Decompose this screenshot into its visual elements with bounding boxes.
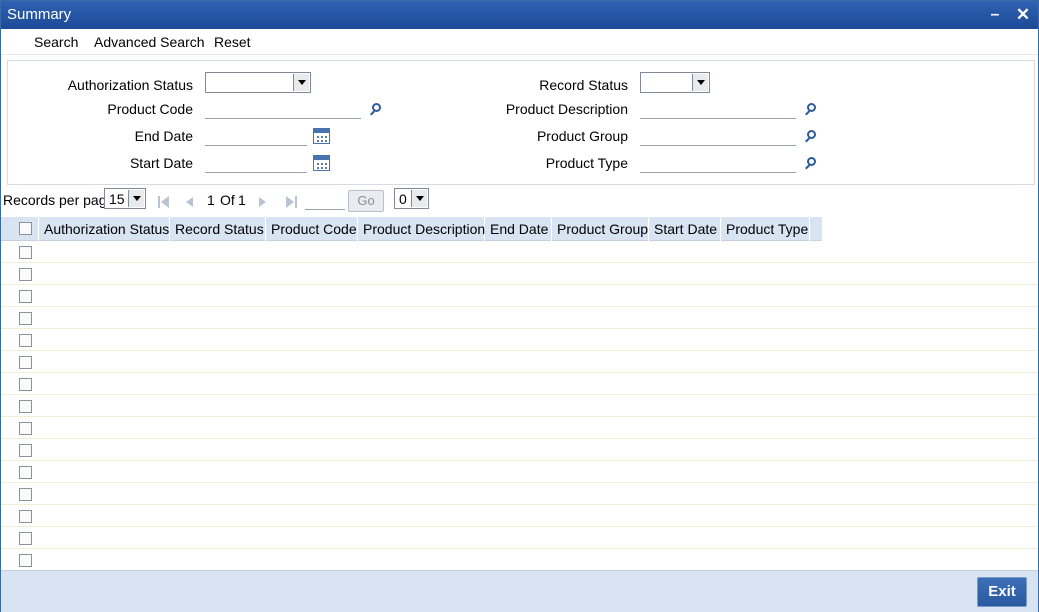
column-header-product-description[interactable]: Product Description [358,217,485,241]
column-header-end-date[interactable]: End Date [485,217,552,241]
end-date-calendar-icon[interactable] [313,128,330,144]
row-checkbox[interactable] [19,532,32,545]
authorization-status-label: Authorization Status [67,77,193,93]
row-checkbox[interactable] [19,444,32,457]
end-date-input[interactable] [205,124,307,146]
product-group-label: Product Group [536,128,628,144]
table-row[interactable] [1,395,1038,417]
previous-page-icon[interactable] [184,196,196,208]
column-header-product-group[interactable]: Product Group [552,217,649,241]
go-button[interactable]: Go [348,190,384,212]
search-criteria-panel: Authorization Status Product Code End Da… [7,60,1035,185]
table-row[interactable] [1,241,1038,263]
row-checkbox[interactable] [19,246,32,259]
record-status-select[interactable] [640,72,710,93]
start-date-label: Start Date [129,155,193,171]
current-page: 1 [207,192,215,208]
start-date-calendar-icon[interactable] [313,155,330,171]
goto-page-input[interactable] [305,188,345,210]
menu-bar: Search Advanced Search Reset [1,29,1038,55]
chevron-down-icon [692,74,708,91]
product-type-input[interactable] [640,151,796,173]
chevron-down-icon [293,74,309,91]
row-checkbox[interactable] [19,510,32,523]
start-date-input[interactable] [205,151,307,173]
table-row[interactable] [1,483,1038,505]
window-title: Summary [7,6,72,23]
column-header-product-code[interactable]: Product Code [266,217,358,241]
chevron-down-icon [411,190,427,207]
first-page-icon[interactable] [158,196,170,208]
product-group-lookup-icon[interactable] [804,130,818,144]
row-checkbox[interactable] [19,554,32,567]
authorization-status-select[interactable] [205,72,311,93]
chevron-down-icon [128,190,144,207]
footer-bar: Exit [1,570,1038,612]
jump-select[interactable]: 0 [394,188,429,209]
summary-window: Summary – ✕ Search Advanced Search Reset… [0,0,1039,612]
exit-button[interactable]: Exit [977,577,1027,607]
row-checkbox[interactable] [19,466,32,479]
of-label: Of [220,192,235,208]
product-type-lookup-icon[interactable] [804,157,818,171]
jump-select-value: 0 [399,191,407,207]
table-row[interactable] [1,461,1038,483]
title-bar: Summary – ✕ [1,1,1038,29]
table-row[interactable] [1,439,1038,461]
total-pages: 1 [238,192,246,208]
next-page-icon[interactable] [257,196,269,208]
row-checkbox[interactable] [19,334,32,347]
minimize-icon[interactable]: – [986,6,1004,24]
row-checkbox[interactable] [19,312,32,325]
row-checkbox[interactable] [19,290,32,303]
table-row[interactable] [1,527,1038,549]
table-row[interactable] [1,285,1038,307]
table-row[interactable] [1,307,1038,329]
records-per-page-value: 15 [109,191,125,207]
select-all-cell [1,217,39,241]
column-header-start-date[interactable]: Start Date [649,217,721,241]
table-row[interactable] [1,549,1038,571]
table-row[interactable] [1,373,1038,395]
table-row[interactable] [1,417,1038,439]
advanced-search-menu-item[interactable]: Advanced Search [94,34,205,50]
search-menu-item[interactable]: Search [34,34,78,50]
grid-header: Authorization Status Record Status Produ… [1,217,822,241]
row-checkbox[interactable] [19,268,32,281]
column-header-authorization-status[interactable]: Authorization Status [39,217,170,241]
row-checkbox[interactable] [19,488,32,501]
records-per-page-select[interactable]: 15 [104,188,146,209]
row-checkbox[interactable] [19,422,32,435]
product-type-label: Product Type [545,155,628,171]
row-checkbox[interactable] [19,356,32,369]
table-row[interactable] [1,351,1038,373]
pagination-bar: Records per page 15 1 Of 1 Go 0 [1,187,1038,215]
select-all-checkbox[interactable] [19,222,32,235]
product-description-lookup-icon[interactable] [804,103,818,117]
column-header-record-status[interactable]: Record Status [170,217,266,241]
end-date-label: End Date [134,128,193,144]
product-description-label: Product Description [505,101,628,117]
column-header-product-type[interactable]: Product Type [721,217,810,241]
product-description-input[interactable] [640,97,796,119]
table-row[interactable] [1,505,1038,527]
product-group-input[interactable] [640,124,796,146]
row-checkbox[interactable] [19,400,32,413]
records-per-page-label: Records per page [3,192,115,208]
product-code-input[interactable] [205,97,361,119]
product-code-lookup-icon[interactable] [369,103,383,117]
close-icon[interactable]: ✕ [1014,6,1032,24]
reset-menu-item[interactable]: Reset [214,34,251,50]
table-row[interactable] [1,263,1038,285]
row-checkbox[interactable] [19,378,32,391]
table-row[interactable] [1,329,1038,351]
last-page-icon[interactable] [285,196,297,208]
record-status-label: Record Status [539,77,628,93]
product-code-label: Product Code [107,101,193,117]
